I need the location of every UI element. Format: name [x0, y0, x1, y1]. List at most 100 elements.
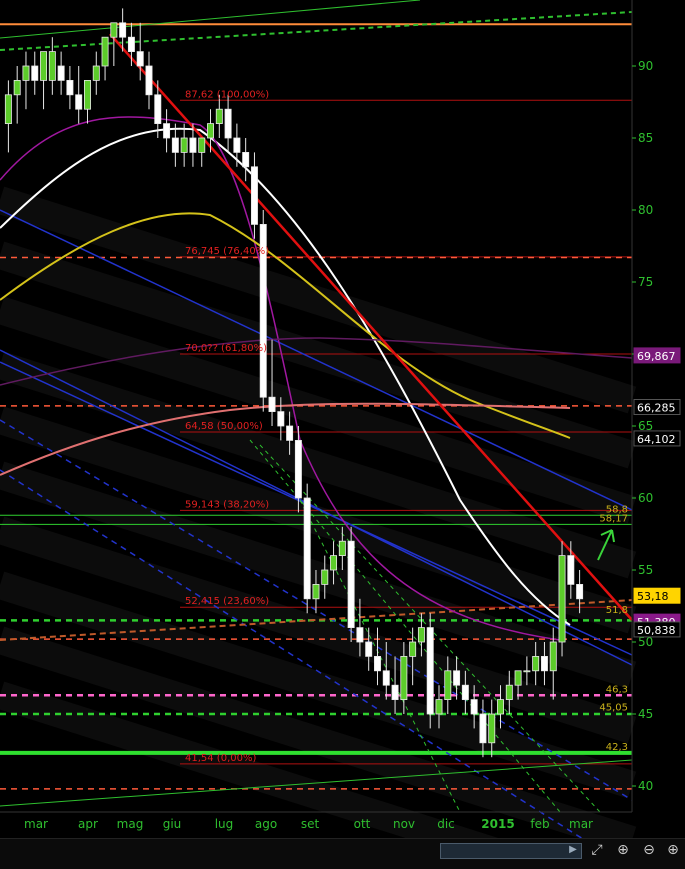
- candle-body: [444, 670, 452, 700]
- candle-body: [321, 569, 329, 585]
- y-tick-label: 90: [638, 59, 653, 73]
- candle-body: [163, 123, 171, 139]
- candle-body: [277, 411, 285, 427]
- candle-body: [215, 108, 223, 124]
- candle-body: [268, 396, 276, 413]
- candle-body: [242, 151, 250, 168]
- candle-body: [171, 137, 179, 153]
- candle-body: [136, 51, 144, 67]
- candle-body: [426, 627, 434, 715]
- candle-body: [435, 699, 443, 715]
- x-tick-label: mar: [24, 817, 48, 831]
- level-annotation: 46,3: [606, 684, 628, 695]
- candle-body: [382, 670, 390, 686]
- candle-body: [400, 656, 408, 701]
- candle-body: [57, 65, 65, 81]
- candle-body: [567, 555, 575, 585]
- price-badge-label: 50,838: [637, 624, 676, 637]
- candle-body: [365, 641, 373, 657]
- price-badge-label: 66,285: [637, 401, 676, 414]
- x-tick-label: dic: [437, 817, 455, 831]
- level-annotation: 58,17: [599, 513, 628, 524]
- candle-body: [294, 439, 302, 499]
- x-tick-label: mag: [117, 817, 144, 831]
- candle-body: [154, 94, 162, 125]
- candle-body: [48, 51, 56, 81]
- price-badge-label: 53,18: [637, 590, 669, 603]
- y-tick-label: 80: [638, 203, 653, 217]
- x-tick-label: 2015: [481, 817, 514, 831]
- candle-body: [461, 684, 469, 701]
- fib-label: 76,745 (76,40%): [185, 246, 269, 257]
- candle-body: [453, 670, 461, 686]
- candle-body: [127, 36, 135, 53]
- candle-body: [198, 137, 206, 153]
- zoom-out-icon[interactable]: ⊖: [640, 841, 658, 859]
- x-tick-label: feb: [530, 817, 549, 831]
- x-tick-label: lug: [215, 817, 234, 831]
- candle-body: [347, 540, 355, 629]
- candle-body: [523, 670, 531, 673]
- candle-body: [549, 641, 557, 672]
- level-annotation: 42,3: [606, 742, 628, 753]
- candle-body: [101, 36, 109, 67]
- candle-body: [233, 137, 241, 153]
- price-badge: 50,838: [633, 621, 681, 638]
- price-badge: 53,18: [633, 587, 681, 604]
- candle-body: [374, 656, 381, 672]
- candle-body: [66, 80, 74, 96]
- y-tick-label: 75: [638, 275, 653, 289]
- candle-body: [224, 108, 232, 139]
- candle-body: [84, 80, 91, 110]
- candle-body: [31, 65, 39, 81]
- level-annotation: 51,8: [606, 605, 628, 616]
- x-tick-label: giu: [163, 817, 182, 831]
- candle-body: [189, 137, 197, 153]
- x-tick-label: set: [301, 817, 320, 831]
- candle-body: [92, 65, 100, 81]
- fib-label: 64,58 (50,00%): [185, 421, 263, 432]
- candle-body: [145, 65, 153, 96]
- candle-body: [558, 555, 566, 643]
- x-tick-label: apr: [78, 817, 98, 831]
- stock-chart: 87,62 (100,00%) 76,745 (76,40%) 70,0?? (61…: [0, 0, 685, 838]
- x-tick-label: ott: [354, 817, 371, 831]
- y-tick-label: 55: [638, 563, 653, 577]
- candle-body: [330, 555, 338, 571]
- chart-scrollbar[interactable]: ▶ ⤢ ⊕ ⊖ ⊕: [0, 838, 685, 869]
- zoom-fit-icon[interactable]: ⤢: [588, 841, 606, 859]
- candle-body: [312, 584, 320, 600]
- price-badge: 66,285: [633, 398, 681, 415]
- candle-body: [286, 425, 294, 441]
- candle-body: [356, 627, 364, 643]
- zoom-in-icon[interactable]: ⊕: [664, 841, 682, 859]
- candle-body: [576, 584, 584, 600]
- candle-body: [391, 684, 399, 701]
- y-tick-label: 40: [638, 779, 653, 793]
- candle-body: [417, 627, 425, 643]
- fib-label: 59,143 (38,20%): [185, 499, 269, 510]
- candle-body: [180, 137, 188, 153]
- candle-body: [119, 22, 127, 38]
- fib-label: 52,415 (23,60%): [185, 596, 269, 607]
- candle-body: [338, 540, 346, 557]
- candle-body: [505, 684, 513, 701]
- y-tick-label: 85: [638, 131, 653, 145]
- price-badge-label: 69,867: [637, 350, 676, 363]
- fib-label: 87,62 (100,00%): [185, 89, 269, 100]
- candle-body: [75, 94, 83, 110]
- scroll-thumb[interactable]: [440, 843, 582, 859]
- x-tick-label: nov: [393, 817, 415, 831]
- candle-body: [532, 656, 540, 672]
- level-annotation: 45,05: [599, 702, 628, 713]
- scroll-right-icon[interactable]: ▶: [568, 844, 578, 856]
- price-badge-label: 64,102: [637, 433, 676, 446]
- candle-body: [110, 22, 118, 38]
- candle-body: [514, 670, 522, 686]
- zoom-reset-icon[interactable]: ⊕: [614, 841, 632, 859]
- candle-body: [207, 123, 214, 139]
- candle-body: [13, 80, 21, 96]
- candle-body: [40, 51, 48, 81]
- candle-body: [250, 166, 258, 225]
- fib-label: 41,54 (0,00%): [185, 753, 256, 764]
